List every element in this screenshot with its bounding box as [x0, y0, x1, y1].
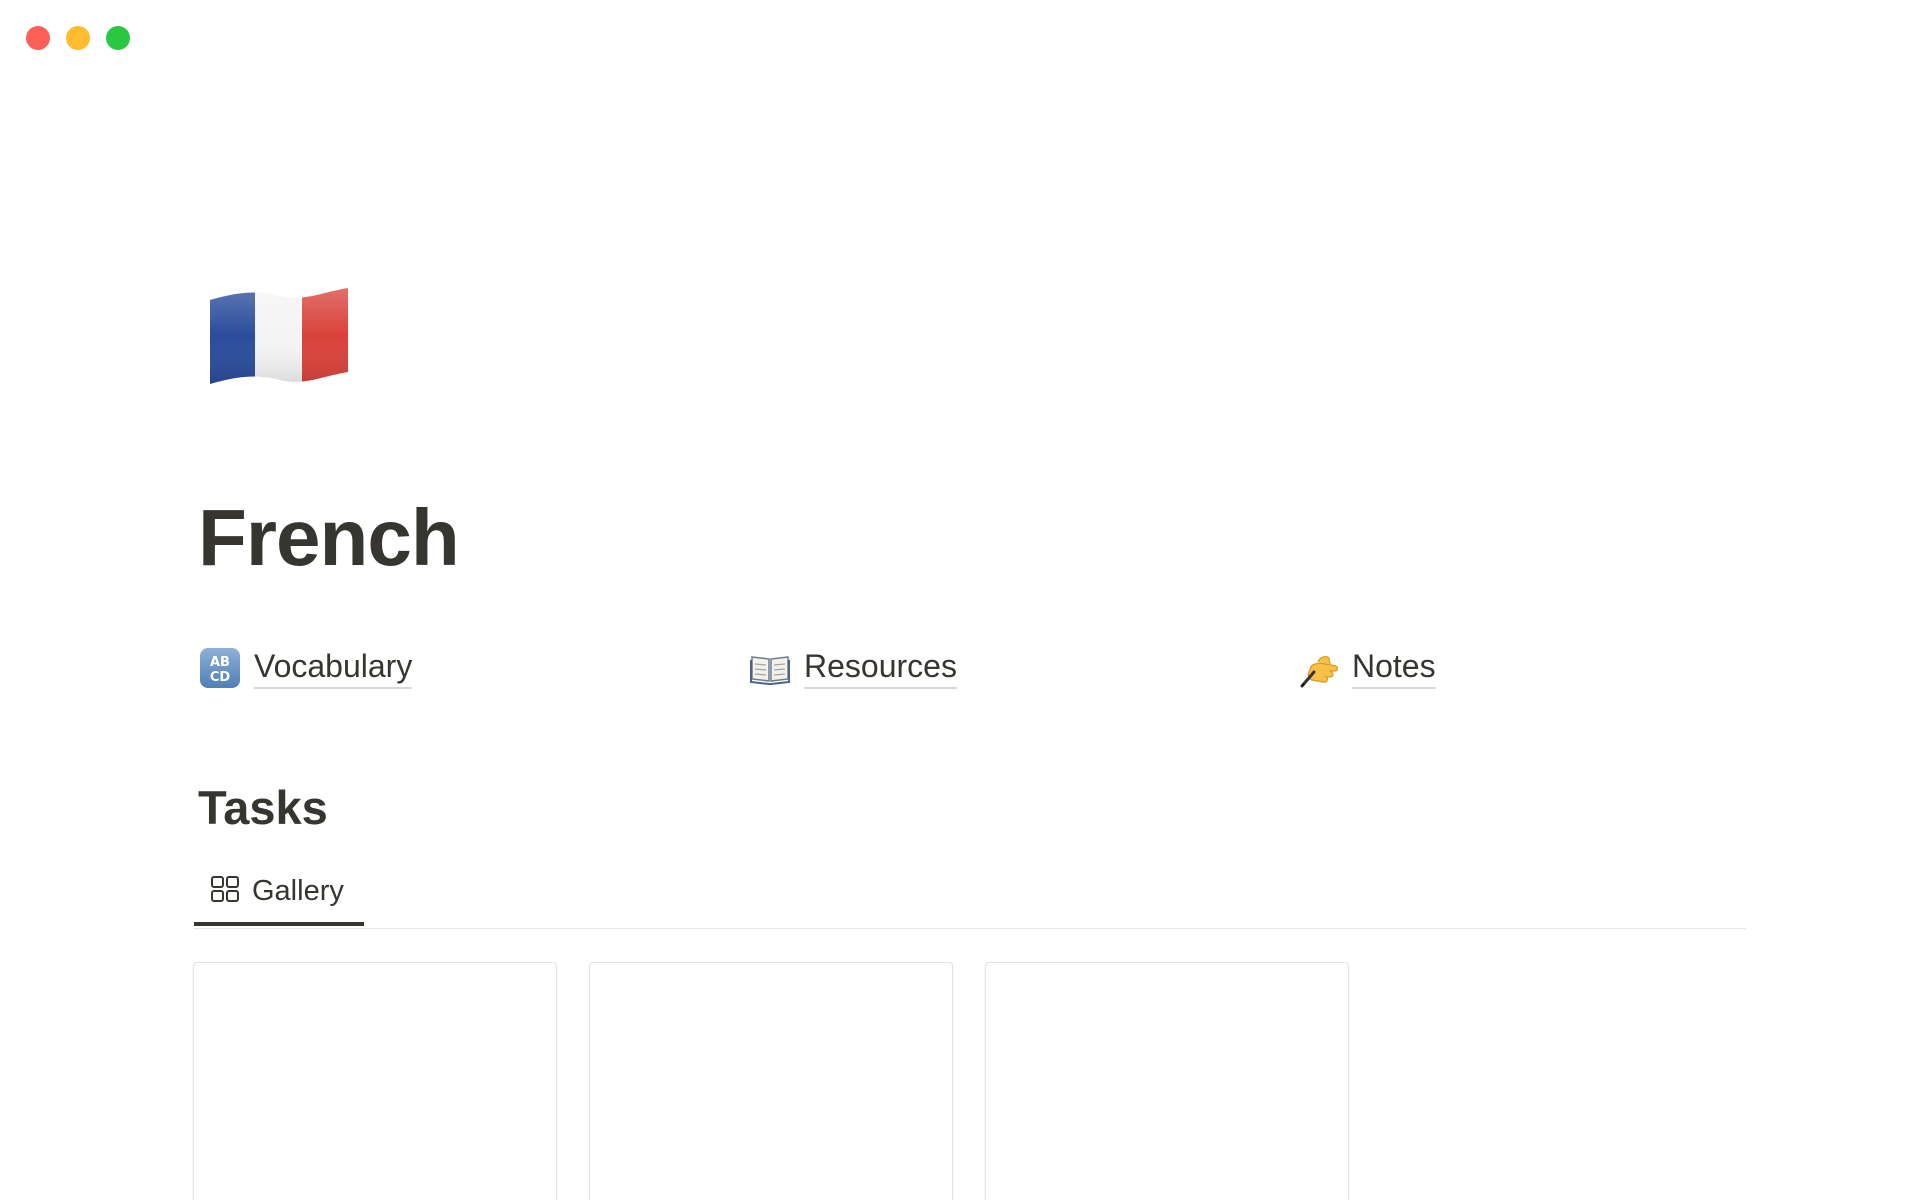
- page-title: French: [198, 493, 460, 582]
- link-label: Vocabulary: [254, 647, 413, 689]
- tasks-gallery: [193, 962, 1349, 1200]
- gallery-card[interactable]: [193, 962, 557, 1200]
- open-book-icon: [748, 646, 792, 690]
- svg-text:CD: CD: [210, 670, 231, 685]
- app-window: French AB CD Vocabulary Resources Notes …: [0, 0, 1920, 1200]
- window-controls: [26, 26, 130, 50]
- tab-gallery[interactable]: Gallery: [194, 860, 364, 926]
- zoom-button[interactable]: [106, 26, 130, 50]
- link-vocabulary[interactable]: AB CD Vocabulary: [198, 646, 413, 690]
- close-button[interactable]: [26, 26, 50, 50]
- tasks-heading: Tasks: [198, 781, 328, 834]
- gallery-grid-icon: [210, 875, 240, 908]
- view-tabs: Gallery: [194, 860, 1746, 929]
- abcd-icon: AB CD: [198, 646, 242, 690]
- link-notes[interactable]: Notes: [1296, 646, 1436, 690]
- link-resources[interactable]: Resources: [748, 646, 957, 690]
- gallery-card[interactable]: [589, 962, 953, 1200]
- link-label: Notes: [1352, 647, 1436, 689]
- gallery-card[interactable]: [985, 962, 1349, 1200]
- minimize-button[interactable]: [66, 26, 90, 50]
- link-label: Resources: [804, 647, 957, 689]
- tab-label: Gallery: [252, 874, 344, 907]
- linked-pages: AB CD Vocabulary Resources Notes: [198, 646, 1758, 696]
- france-flag-icon[interactable]: [208, 286, 350, 386]
- writing-hand-icon: [1296, 646, 1340, 690]
- svg-text:AB: AB: [210, 655, 230, 670]
